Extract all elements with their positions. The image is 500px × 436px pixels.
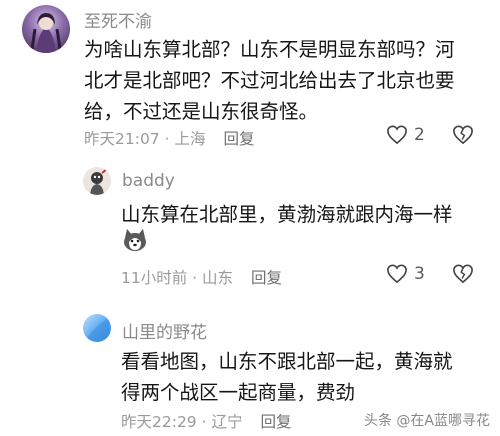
comment-text-line: 给，不过还是山东很奇怪。 [84,100,319,123]
comment-text-line: 看看地图，山东不跟北部一起，黄海就 [121,350,453,373]
reply-button[interactable]: 回复 [251,269,282,287]
broken-heart-icon [453,264,473,284]
comment-time: 昨天22:29 [121,413,197,431]
comment-username[interactable]: 至死不渝 [84,7,152,32]
reply-button[interactable]: 回复 [223,130,254,148]
like-button[interactable]: 2 [386,125,425,145]
anime-girl-avatar-icon [30,13,62,53]
comment-meta: 昨天22:29 · 辽宁 回复 [121,410,291,432]
broken-heart-icon [453,125,473,145]
husky-dog-emoji [122,228,148,252]
cartoon-character-avatar-icon [90,168,108,195]
comment-text: 为啥山东算北部？山东不是明显东部吗？河 北才是北部吧？不过河北给出去了北京也要 … [84,34,455,127]
heart-outline-icon [387,264,407,284]
comment-text-line: 北才是北部吧？不过河北给出去了北京也要 [84,69,455,92]
avatar[interactable] [22,5,70,53]
like-button[interactable]: 3 [386,264,425,284]
comment-text: 看看地图，山东不跟北部一起，黄海就 得两个战区一起商量，费劲 [121,346,453,408]
meta-separator: · [187,269,203,287]
meta-separator: · [159,130,175,148]
watermark: 头条 @在A蓝哪寻花 [363,413,490,429]
like-count: 3 [414,264,425,284]
comment-time: 11小时前 [121,269,188,287]
comment-text: 山东算在北部里，黄渤海就跟内海一样 [121,199,453,230]
reply-button[interactable]: 回复 [260,413,291,431]
comment-text-line: 为啥山东算北部？山东不是明显东部吗？河 [84,38,455,61]
comment-meta: 昨天21:07 · 上海 回复 [84,127,254,149]
comment-time: 昨天21:07 [84,130,160,148]
comment-username[interactable]: baddy [122,171,175,191]
heart-outline-icon [387,125,407,145]
comment-meta: 11小时前 · 山东 回复 [121,266,282,288]
dislike-button[interactable] [452,264,474,288]
comment-text-line: 山东算在北部里，黄渤海就跟内海一样 [121,203,453,226]
comment-username[interactable]: 山里的野花 [122,318,207,343]
avatar[interactable] [83,167,111,195]
comment-text-line: 得两个战区一起商量，费劲 [121,381,356,404]
like-count: 2 [414,125,425,145]
comment-location: 山东 [202,269,234,287]
comment-location: 上海 [174,130,206,148]
dislike-button[interactable] [452,125,474,149]
blue-gradient-avatar-icon [87,318,109,342]
comment-location: 辽宁 [211,413,243,431]
meta-separator: · [196,413,212,431]
avatar[interactable] [83,314,111,342]
